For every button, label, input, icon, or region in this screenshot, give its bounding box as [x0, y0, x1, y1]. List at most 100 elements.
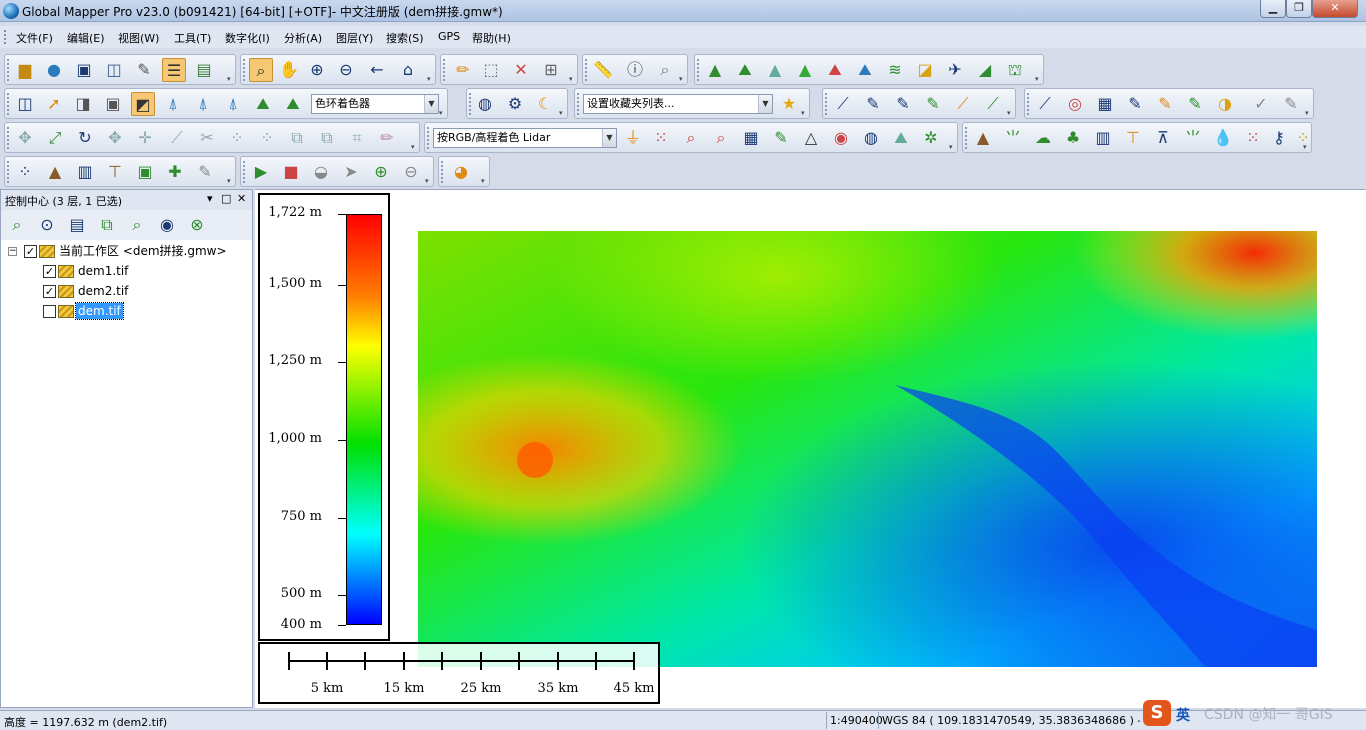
- point-cloud-icon[interactable]: ⁙: [649, 126, 673, 150]
- snap-icon[interactable]: ✛: [133, 126, 157, 150]
- building-extract-icon[interactable]: ▥: [73, 160, 97, 184]
- buffer-icon[interactable]: ⧉: [315, 126, 339, 150]
- filter-icon[interactable]: ⏚: [621, 126, 645, 150]
- tower-icon[interactable]: ⊼: [1151, 126, 1175, 150]
- workspace-checkbox[interactable]: ✓: [24, 245, 37, 258]
- fast-icon[interactable]: ➤: [339, 160, 363, 184]
- menu-digitize[interactable]: 数字化(I): [225, 30, 270, 46]
- join-line-icon[interactable]: ⟋: [981, 92, 1005, 116]
- slow-icon[interactable]: ◒: [309, 160, 333, 184]
- toolbar-grip[interactable]: [443, 59, 446, 81]
- water-drop-icon[interactable]: ⍋: [191, 92, 215, 116]
- menu-search[interactable]: 搜索(S): [386, 30, 424, 46]
- menu-file[interactable]: 文件(F): [16, 30, 53, 46]
- target-icon[interactable]: ◎: [1063, 92, 1087, 116]
- options-icon[interactable]: ⊙: [35, 213, 59, 237]
- close-button[interactable]: ✕: [1312, 0, 1358, 18]
- toolbar-grip[interactable]: [585, 59, 588, 81]
- menu-tools[interactable]: 工具(T): [174, 30, 211, 46]
- layer-checkbox[interactable]: ✓: [43, 265, 56, 278]
- toolbar-options-icon[interactable]: ▾: [949, 144, 956, 151]
- toolbar-grip[interactable]: [1027, 93, 1030, 115]
- play-icon[interactable]: ▶: [249, 160, 273, 184]
- toolbar-grip[interactable]: [697, 59, 700, 81]
- toolbar-options-icon[interactable]: ▾: [481, 178, 488, 185]
- home-icon[interactable]: ⌂: [396, 58, 420, 82]
- noise-icon[interactable]: ⁙: [1241, 126, 1265, 150]
- close-layer-icon[interactable]: ⊗: [185, 213, 209, 237]
- shader-icon[interactable]: ◪: [913, 58, 937, 82]
- edit-line-icon[interactable]: ✎: [1123, 92, 1147, 116]
- shift-icon[interactable]: ✥: [103, 126, 127, 150]
- building-icon[interactable]: ▥: [1091, 126, 1115, 150]
- select-rect-icon[interactable]: ⬚: [479, 58, 503, 82]
- toolbar-options-icon[interactable]: ▾: [559, 110, 566, 117]
- panel-menu-icon[interactable]: ▾: [207, 192, 213, 205]
- power-pole-icon[interactable]: ⊤: [1121, 126, 1145, 150]
- chevron-down-icon[interactable]: ▼: [758, 95, 772, 113]
- settings-gear-icon[interactable]: ⚙: [503, 92, 527, 116]
- panel-float-icon[interactable]: □: [221, 192, 231, 205]
- toolbar-options-icon[interactable]: ▾: [1035, 76, 1042, 83]
- toolbar-grip[interactable]: [469, 93, 472, 115]
- rotate-icon[interactable]: ↻: [73, 126, 97, 150]
- layer-copy-icon[interactable]: ⧉: [95, 213, 119, 237]
- key-points-icon[interactable]: ⚷: [1267, 126, 1291, 150]
- pan-hand-icon[interactable]: ✋: [277, 58, 301, 82]
- menu-edit[interactable]: 编辑(E): [67, 30, 105, 46]
- toolbar-options-icon[interactable]: ▾: [569, 76, 576, 83]
- layer-checkbox[interactable]: [43, 305, 56, 318]
- bush-icon[interactable]: ☁: [1031, 126, 1055, 150]
- toolbar-grip[interactable]: [7, 59, 10, 81]
- layer-item[interactable]: ✓ dem2.tif: [1, 282, 252, 300]
- lidar-color-select[interactable]: 按RGB/高程着色 Lidar ▼: [433, 128, 617, 148]
- shapes-icon[interactable]: ◑: [1213, 92, 1237, 116]
- toolbar-grip[interactable]: [965, 127, 968, 149]
- toolbar-grip[interactable]: [441, 161, 444, 183]
- view-shed-icon[interactable]: ⛰: [823, 58, 847, 82]
- toolbar-options-icon[interactable]: ▾: [227, 178, 234, 185]
- toolbar-grip[interactable]: [7, 93, 10, 115]
- north-arrow-icon[interactable]: ➚: [42, 92, 66, 116]
- favorites-select[interactable]: 设置收藏夹列表... ▼: [583, 94, 773, 114]
- terrain-icon[interactable]: ▲: [703, 58, 727, 82]
- slope-icon[interactable]: ◢: [973, 58, 997, 82]
- layer-item[interactable]: ✓ dem1.tif: [1, 262, 252, 280]
- visibility-eye-icon[interactable]: ◉: [155, 213, 179, 237]
- toolbar-grip[interactable]: [243, 161, 246, 183]
- 3d-icon[interactable]: ▣: [101, 92, 125, 116]
- add-frame-icon[interactable]: ⊕: [369, 160, 393, 184]
- toolbar-options-icon[interactable]: ▾: [439, 110, 446, 117]
- menu-analysis[interactable]: 分析(A): [284, 30, 322, 46]
- sun-terrain-icon[interactable]: ⛰: [251, 92, 275, 116]
- stop-icon[interactable]: ■: [279, 160, 303, 184]
- wrench-icon[interactable]: ✎: [132, 58, 156, 82]
- vertex-icon[interactable]: ⁘: [225, 126, 249, 150]
- layer-search-icon[interactable]: ⌕: [125, 213, 149, 237]
- workspace-node[interactable]: − ✓ 当前工作区 <dem拼接.gmw>: [1, 242, 252, 260]
- zoom-out-icon[interactable]: ⊖: [334, 58, 358, 82]
- sogou-logo-icon[interactable]: S: [1143, 700, 1171, 726]
- minimize-button[interactable]: ▁: [1260, 0, 1286, 18]
- remove-frame-icon[interactable]: ⊖: [399, 160, 423, 184]
- draw-curve-icon[interactable]: ✎: [891, 92, 915, 116]
- digitize-icon[interactable]: ✎: [1183, 92, 1207, 116]
- draw-area-icon[interactable]: ✎: [921, 92, 945, 116]
- triangle-icon[interactable]: △: [799, 126, 823, 150]
- merge-icon[interactable]: ⁘: [255, 126, 279, 150]
- points-to-grid-icon[interactable]: ⁘: [13, 160, 37, 184]
- toolbar-grip[interactable]: [243, 59, 246, 81]
- feature-info-icon[interactable]: ⌕: [653, 58, 677, 82]
- zoom-to-layer-icon[interactable]: ⌕: [5, 213, 29, 237]
- profile-icon[interactable]: ⛰: [733, 58, 757, 82]
- chevron-down-icon[interactable]: ▼: [602, 129, 616, 147]
- edit-points-icon[interactable]: ✎: [769, 126, 793, 150]
- map-view[interactable]: 1,722 m 1,500 m 1,250 m 1,000 m 750 m 50…: [255, 189, 1366, 708]
- split-view-icon[interactable]: ◫: [13, 92, 37, 116]
- measure-icon[interactable]: ⊞: [539, 58, 563, 82]
- classify-icon[interactable]: ◉: [829, 126, 853, 150]
- water-flow-icon[interactable]: ⍋: [221, 92, 245, 116]
- chevron-down-icon[interactable]: ▼: [424, 95, 438, 113]
- search-points-icon[interactable]: ⌕: [679, 126, 703, 150]
- pencil-edit-icon[interactable]: ✏: [375, 126, 399, 150]
